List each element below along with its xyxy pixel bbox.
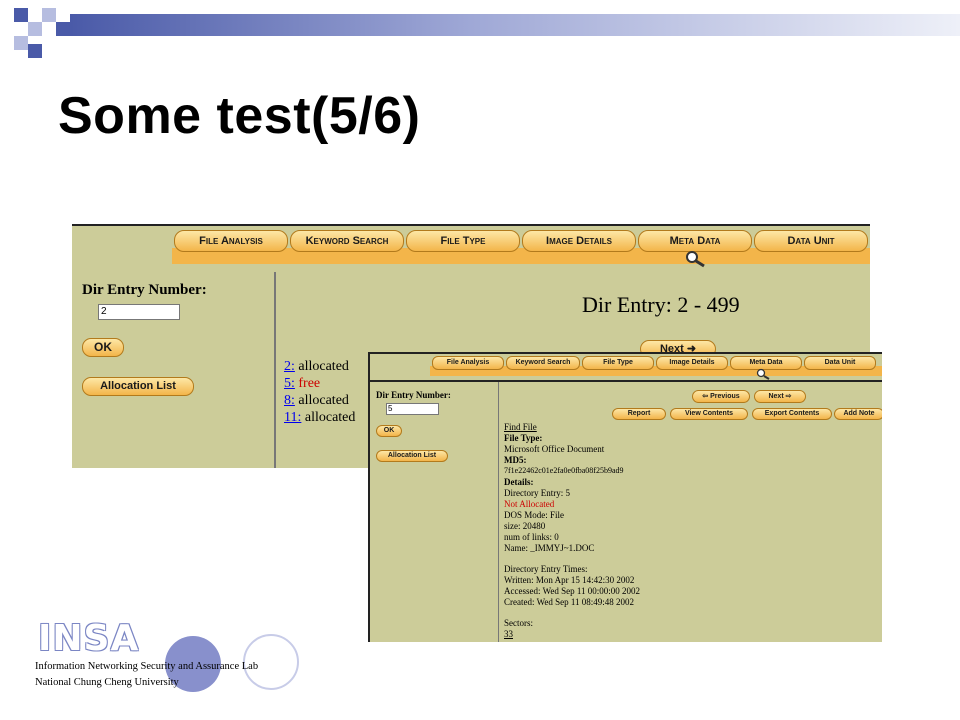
sector-link[interactable]: 33 <box>504 629 513 640</box>
written-time: Written: Mon Apr 15 14:42:30 2002 <box>504 575 635 585</box>
dir-entry-input[interactable]: 5 <box>386 403 439 415</box>
report-button[interactable]: Report <box>612 408 666 420</box>
deco-square <box>14 8 28 22</box>
allocation-status: Not Allocated <box>504 499 555 509</box>
times-label: Directory Entry Times: <box>504 564 588 574</box>
deco-square <box>14 36 28 50</box>
deco-square <box>42 8 56 22</box>
dir-entry-label: Dir Entry Number: <box>82 282 207 298</box>
add-note-button[interactable]: Add Note <box>834 408 882 420</box>
entry-status: allocated <box>298 393 349 408</box>
tab-file-analysis[interactable]: File Analysis <box>432 356 504 370</box>
dos-mode-text: DOS Mode: File <box>504 510 565 520</box>
left-panel: Dir Entry Number: 2 OK Allocation List <box>72 272 276 468</box>
tab-keyword-search[interactable]: Keyword Search <box>290 230 404 252</box>
sectors-label: Sectors: <box>504 618 533 628</box>
insa-logo: INSA <box>38 618 140 659</box>
previous-label: Previous <box>710 393 740 400</box>
entry-link[interactable]: 8: <box>284 393 295 408</box>
magnifier-icon[interactable] <box>684 250 708 271</box>
entry-status: allocated <box>298 359 349 374</box>
tab-data-unit[interactable]: Data Unit <box>754 230 868 252</box>
dir-entry-input[interactable]: 2 <box>98 304 180 320</box>
autopsy-window-detail: File Analysis Keyword Search File Type I… <box>368 352 882 642</box>
file-name-text: Name: _IMMYJ~1.DOC <box>504 543 595 553</box>
entry-link[interactable]: 5: <box>284 376 295 391</box>
directory-entry-text: Directory Entry: 5 <box>504 488 570 498</box>
tab-image-details[interactable]: Image Details <box>522 230 636 252</box>
entry-status: free <box>298 376 321 391</box>
tab-data-unit[interactable]: Data Unit <box>804 356 876 370</box>
entry-row: 8: allocated <box>284 392 355 409</box>
next-label: Next <box>768 393 784 400</box>
arrow-right-icon: ⇨ <box>785 393 792 400</box>
num-links-text: num of links: 0 <box>504 532 559 542</box>
entry-status: allocated <box>304 410 356 425</box>
deco-square <box>28 22 42 36</box>
next-button[interactable]: Next ⇨ <box>754 390 806 403</box>
entry-row: 2: allocated <box>284 358 355 375</box>
dir-entry-heading: Dir Entry: 2 - 499 <box>582 292 740 317</box>
ok-button[interactable]: OK <box>82 338 124 357</box>
top-nav-bar: File Analysis Keyword Search File Type I… <box>370 354 882 382</box>
details-label: Details: <box>504 477 534 487</box>
tab-file-type[interactable]: File Type <box>406 230 520 252</box>
tab-image-details[interactable]: Image Details <box>656 356 728 370</box>
created-time: Created: Wed Sep 11 08:49:48 2002 <box>504 597 635 607</box>
footer-lab-name: Information Networking Security and Assu… <box>35 661 259 672</box>
footer-university: National Chung Cheng University <box>35 677 179 688</box>
view-contents-button[interactable]: View Contents <box>670 408 748 420</box>
file-type-label: File Type: <box>504 433 543 443</box>
title-decoration-bar <box>70 14 960 36</box>
deco-square <box>56 22 70 36</box>
right-panel: ⇦ Previous Next ⇨ Report View Contents E… <box>500 382 882 642</box>
md5-label: MD5: <box>504 455 527 465</box>
dir-entry-label: Dir Entry Number: <box>376 390 451 400</box>
tab-keyword-search[interactable]: Keyword Search <box>506 356 580 370</box>
left-panel: Dir Entry Number: 5 OK Allocation List <box>370 382 499 642</box>
export-contents-button[interactable]: Export Contents <box>752 408 832 420</box>
slide-title: Some test(5/6) <box>58 87 421 145</box>
accessed-time: Accessed: Wed Sep 11 00:00:00 2002 <box>504 586 641 596</box>
tab-file-analysis[interactable]: File Analysis <box>174 230 288 252</box>
size-text: size: 20480 <box>504 521 546 531</box>
file-type-value: Microsoft Office Document <box>504 444 605 454</box>
top-nav-bar: File Analysis Keyword Search File Type I… <box>72 224 870 274</box>
arrow-left-icon: ⇦ <box>702 393 709 400</box>
previous-button[interactable]: ⇦ Previous <box>692 390 750 403</box>
entry-list: 2: allocated 5: free 8: allocated 11: al… <box>284 358 355 426</box>
allocation-list-button[interactable]: Allocation List <box>376 450 448 462</box>
allocation-list-button[interactable]: Allocation List <box>82 377 194 396</box>
ok-button[interactable]: OK <box>376 425 402 437</box>
entry-link[interactable]: 2: <box>284 359 295 374</box>
entry-row: 11: allocated <box>284 409 355 426</box>
entry-link[interactable]: 11: <box>284 410 301 425</box>
entry-row: 5: free <box>284 375 355 392</box>
find-file-link[interactable]: Find File <box>504 422 537 433</box>
tab-meta-data[interactable]: Meta Data <box>638 230 752 252</box>
deco-square <box>28 44 42 58</box>
md5-value: 7f1e22462c01e2fa0e0fba08f25b9ad9 <box>504 466 624 475</box>
tab-file-type[interactable]: File Type <box>582 356 654 370</box>
